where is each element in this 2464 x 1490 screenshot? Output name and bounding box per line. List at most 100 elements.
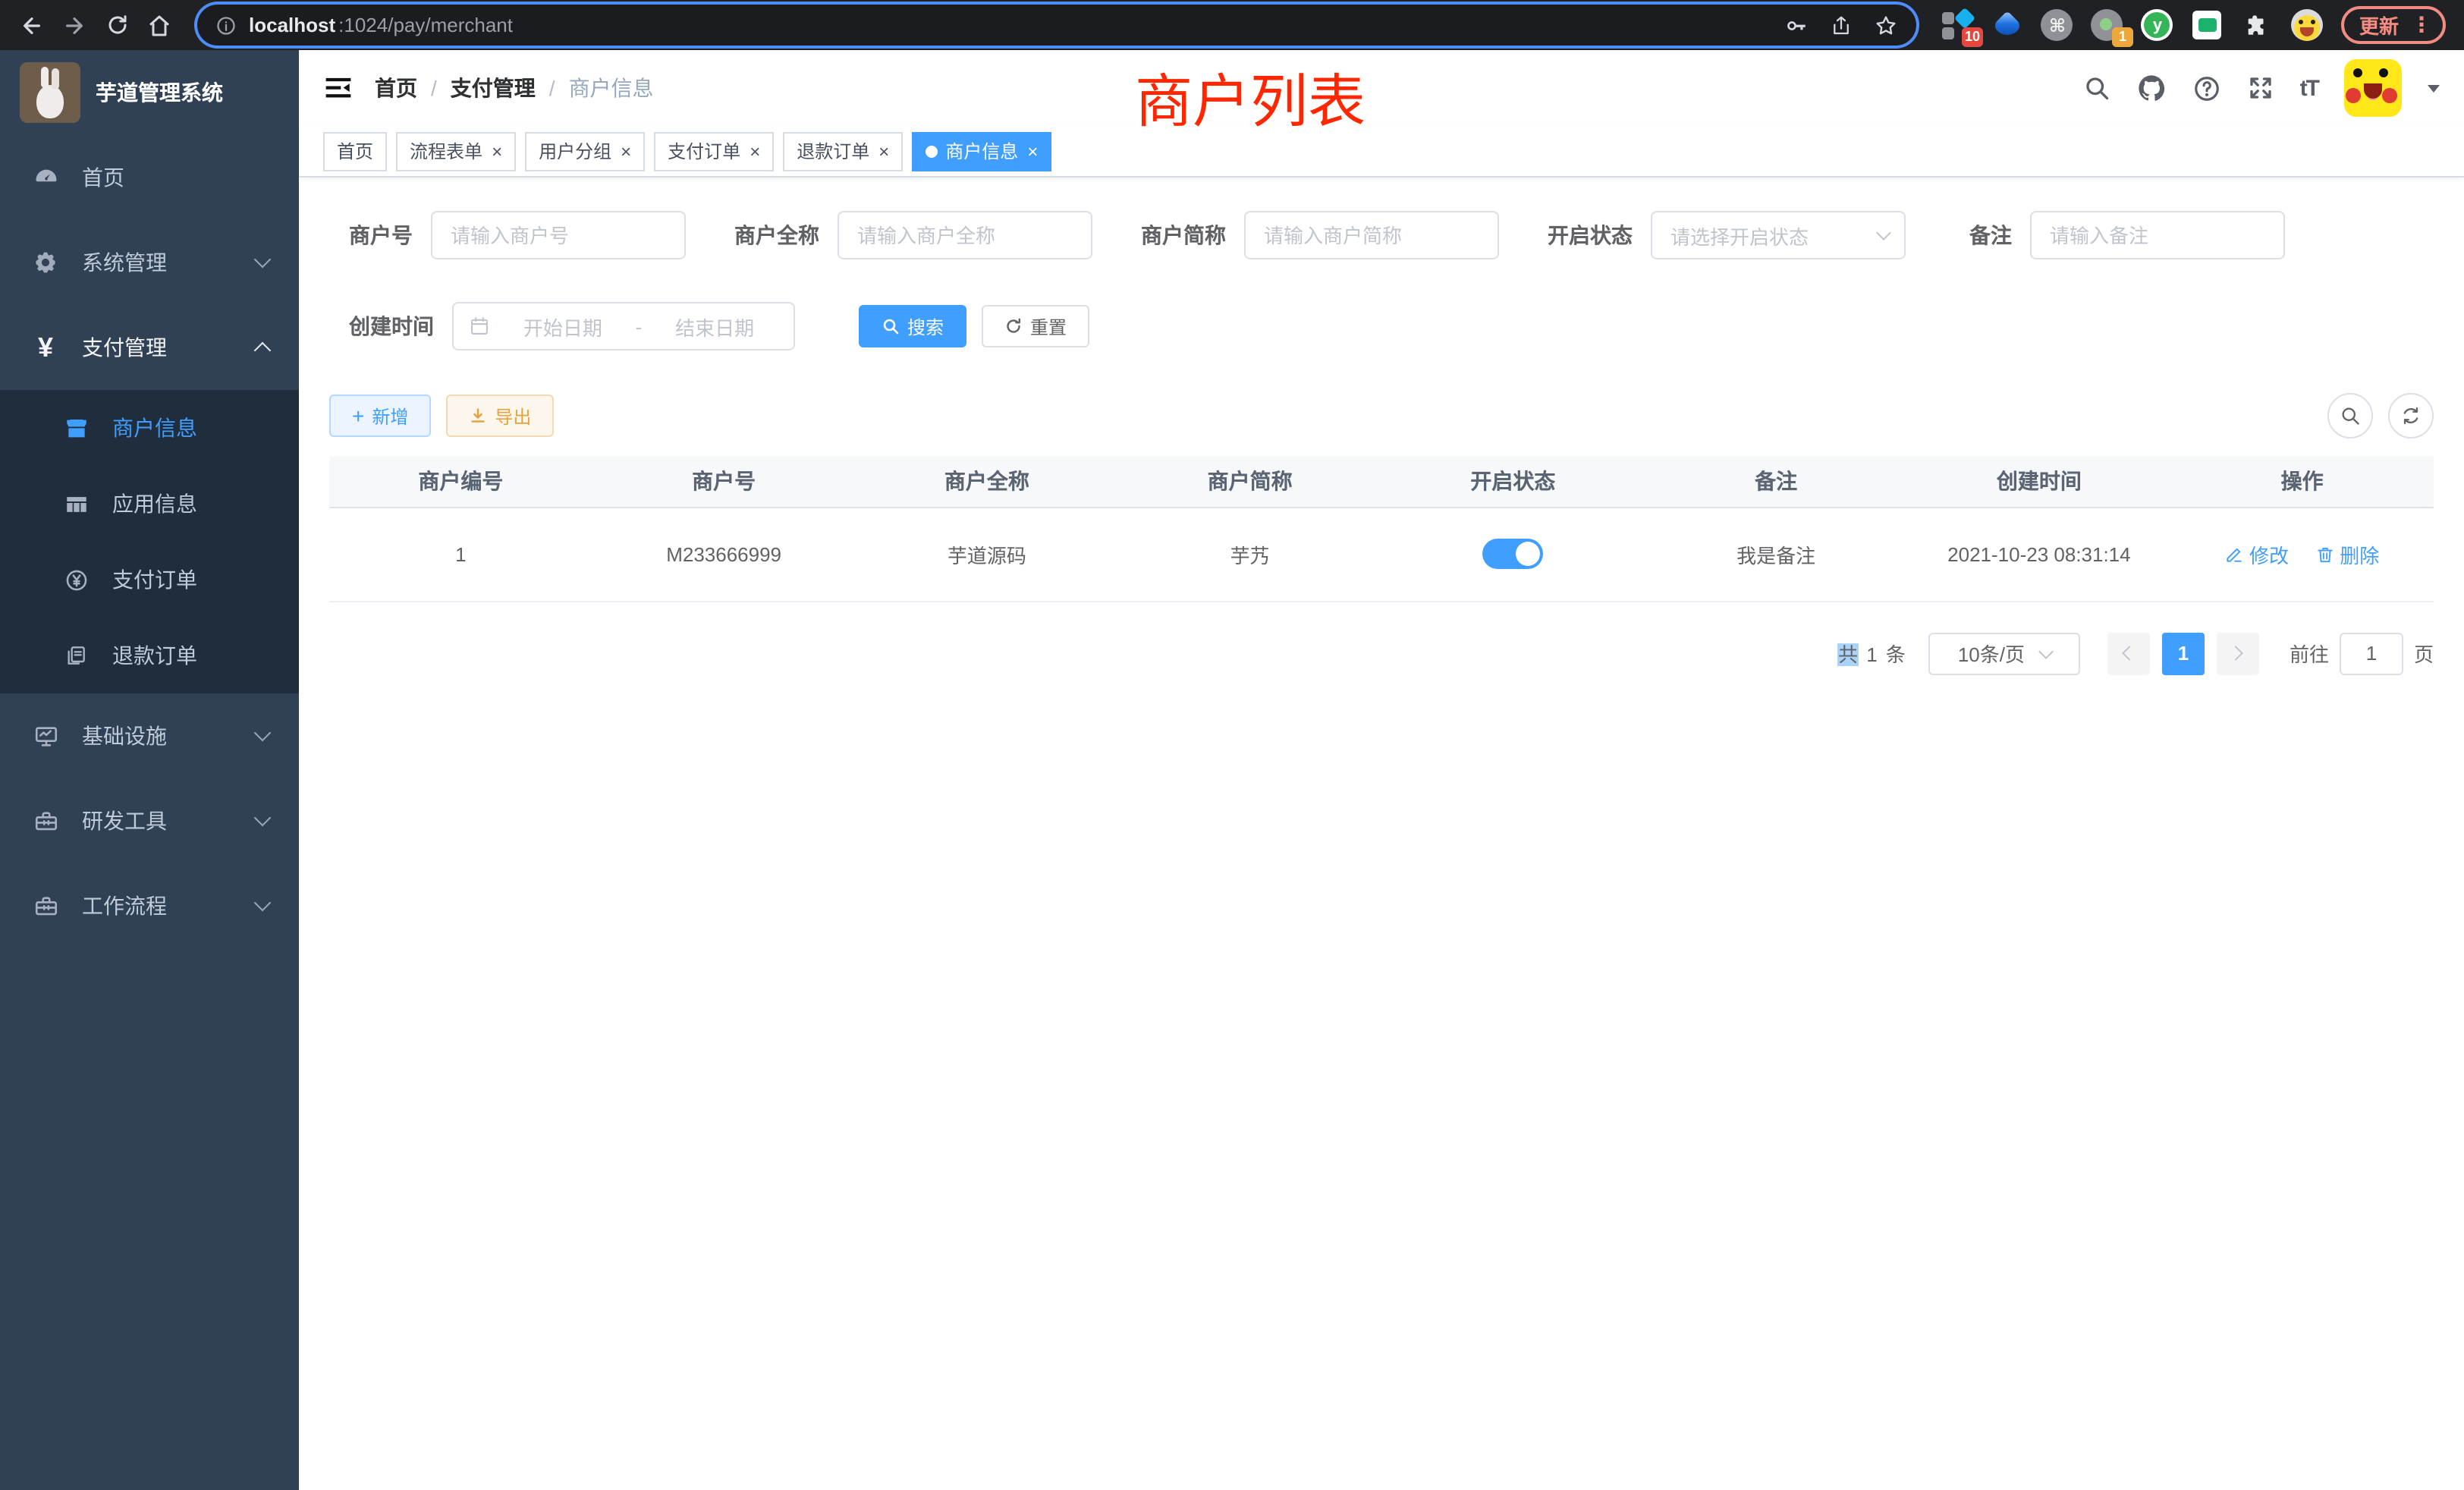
delete-button[interactable]: 删除 xyxy=(2315,539,2379,568)
sidebar-item-workflow[interactable]: 工作流程 xyxy=(0,863,299,948)
close-icon[interactable]: × xyxy=(1027,142,1038,160)
breadcrumb-home[interactable]: 首页 xyxy=(375,73,417,103)
cell-full-name: 芋道源码 xyxy=(856,507,1119,601)
close-icon[interactable]: × xyxy=(492,142,502,160)
prev-page-button[interactable] xyxy=(2107,632,2150,674)
password-key-icon[interactable] xyxy=(1784,13,1809,37)
tab-merchant-info[interactable]: 商户信息 × xyxy=(912,131,1051,171)
extension-meet-icon[interactable]: 1 xyxy=(2091,8,2124,42)
breadcrumb-payment[interactable]: 支付管理 xyxy=(451,73,536,103)
col-status: 开启状态 xyxy=(1381,457,1645,507)
extension-command-icon[interactable]: ⌘ xyxy=(2041,8,2074,42)
breadcrumb-current: 商户信息 xyxy=(569,73,654,103)
browser-update-button[interactable]: 更新 ⋮ xyxy=(2341,6,2446,44)
help-icon[interactable] xyxy=(2192,74,2221,102)
tab-pay-order[interactable]: 支付订单 × xyxy=(654,131,774,171)
github-icon[interactable] xyxy=(2136,73,2167,103)
document-copy-icon xyxy=(61,643,91,668)
fullscreen-icon[interactable] xyxy=(2247,74,2274,102)
gear-icon xyxy=(30,250,61,275)
sidebar-item-app-info[interactable]: 应用信息 xyxy=(0,466,299,542)
site-info-icon[interactable] xyxy=(215,14,237,36)
briefcase-icon xyxy=(30,893,61,919)
share-icon[interactable] xyxy=(1830,13,1853,37)
app-logo[interactable]: 芋道管理系统 xyxy=(0,50,299,135)
tab-refund-order[interactable]: 退款订单 × xyxy=(783,131,903,171)
browser-chrome: localhost:1024/pay/merchant 10 xyxy=(0,0,2464,50)
add-button[interactable]: + 新增 xyxy=(329,395,431,437)
tab-user-group[interactable]: 用户分组 × xyxy=(525,131,645,171)
tab-home[interactable]: 首页 xyxy=(323,131,387,171)
sidebar-item-refund-order[interactable]: 退款订单 xyxy=(0,618,299,693)
extension-yuque-icon[interactable]: y xyxy=(2141,8,2174,42)
browser-forward-button[interactable] xyxy=(58,8,91,42)
close-icon[interactable]: × xyxy=(878,142,889,160)
top-navbar: 首页 / 支付管理 / 商户信息 xyxy=(299,50,2464,126)
merchant-table: 商户编号 商户号 商户全称 商户简称 开启状态 备注 创建时间 操作 1 xyxy=(329,457,2434,602)
browser-back-button[interactable] xyxy=(15,8,49,42)
full-name-label: 商户全称 xyxy=(734,220,819,250)
pagination-total: 共 1 条 xyxy=(1838,639,1907,668)
end-date-placeholder[interactable]: 结束日期 xyxy=(651,312,778,341)
remark-input[interactable] xyxy=(2030,211,2285,259)
search-button[interactable]: 搜索 xyxy=(859,305,966,347)
close-icon[interactable]: × xyxy=(621,142,631,160)
bookmark-star-icon[interactable] xyxy=(1874,13,1898,37)
url-host: localhost xyxy=(249,14,335,36)
calendar-icon xyxy=(469,316,490,337)
sidebar-item-dev-tools[interactable]: 研发工具 xyxy=(0,778,299,863)
extensions-puzzle-icon[interactable] xyxy=(2241,8,2274,42)
page-1-button[interactable]: 1 xyxy=(2162,632,2205,674)
status-toggle[interactable] xyxy=(1482,539,1543,569)
tab-process-form[interactable]: 流程表单 × xyxy=(396,131,516,171)
browser-window: localhost:1024/pay/merchant 10 xyxy=(0,0,2464,1490)
active-tab-dot xyxy=(926,145,938,157)
start-date-placeholder[interactable]: 开始日期 xyxy=(499,312,627,341)
search-icon[interactable] xyxy=(2083,74,2110,102)
close-icon[interactable]: × xyxy=(750,142,760,160)
sidebar-item-home[interactable]: 首页 xyxy=(0,135,299,220)
date-range-picker[interactable]: 开始日期 - 结束日期 xyxy=(452,302,795,350)
edit-button[interactable]: 修改 xyxy=(2225,539,2289,568)
remark-label: 备注 xyxy=(1969,220,2012,250)
browser-reload-button[interactable] xyxy=(100,8,134,42)
merchant-no-input[interactable] xyxy=(431,211,686,259)
extension-chat-icon[interactable] xyxy=(2191,8,2224,42)
browser-profile-avatar[interactable] xyxy=(2291,8,2324,42)
logo-rabbit-image xyxy=(20,62,80,123)
cell-create-time: 2021-10-23 08:31:14 xyxy=(1908,507,2171,601)
sidebar-item-payment[interactable]: ¥ 支付管理 xyxy=(0,305,299,390)
status-select[interactable]: 请选择开启状态 xyxy=(1651,211,1906,259)
browser-menu-kebab-icon[interactable]: ⋮ xyxy=(2406,12,2437,38)
sidebar-item-system[interactable]: 系统管理 xyxy=(0,220,299,305)
short-name-input[interactable] xyxy=(1244,211,1499,259)
col-merchant-id: 商户编号 xyxy=(329,457,592,507)
font-size-icon[interactable]: tT xyxy=(2300,75,2318,101)
sidebar-item-merchant-info[interactable]: 商户信息 xyxy=(0,390,299,466)
table-header-row: 商户编号 商户号 商户全称 商户简称 开启状态 备注 创建时间 操作 xyxy=(329,457,2434,507)
reset-button[interactable]: 重置 xyxy=(982,305,1089,347)
page-size-select[interactable]: 10条/页 xyxy=(1928,632,2080,674)
user-avatar[interactable] xyxy=(2344,59,2402,117)
extension-grid-icon[interactable]: 10 xyxy=(1941,8,1974,42)
refresh-button[interactable] xyxy=(2388,393,2434,439)
extension-gem-icon[interactable] xyxy=(1991,8,2024,42)
yen-icon: ¥ xyxy=(30,334,61,361)
export-button[interactable]: 导出 xyxy=(446,395,554,437)
chevron-up-icon xyxy=(254,342,272,360)
next-page-button[interactable] xyxy=(2217,632,2259,674)
pagination: 共 1 条 10条/页 1 前往 页 xyxy=(329,632,2434,674)
full-name-input[interactable] xyxy=(838,211,1092,259)
sidebar-collapse-icon[interactable] xyxy=(323,74,354,102)
navbar-actions: tT xyxy=(2083,59,2440,117)
show-search-toggle-button[interactable] xyxy=(2327,393,2373,439)
url-bar[interactable]: localhost:1024/pay/merchant xyxy=(197,5,1916,46)
user-menu-caret-icon[interactable] xyxy=(2428,84,2440,98)
goto-page-input[interactable] xyxy=(2340,632,2403,674)
sidebar-item-infrastructure[interactable]: 基础设施 xyxy=(0,693,299,778)
browser-home-button[interactable] xyxy=(143,8,176,42)
sidebar-item-pay-order[interactable]: 支付订单 xyxy=(0,542,299,618)
chevron-down-icon xyxy=(254,725,272,742)
dashboard-icon xyxy=(30,165,61,190)
goto-label: 前往 xyxy=(2290,639,2329,668)
